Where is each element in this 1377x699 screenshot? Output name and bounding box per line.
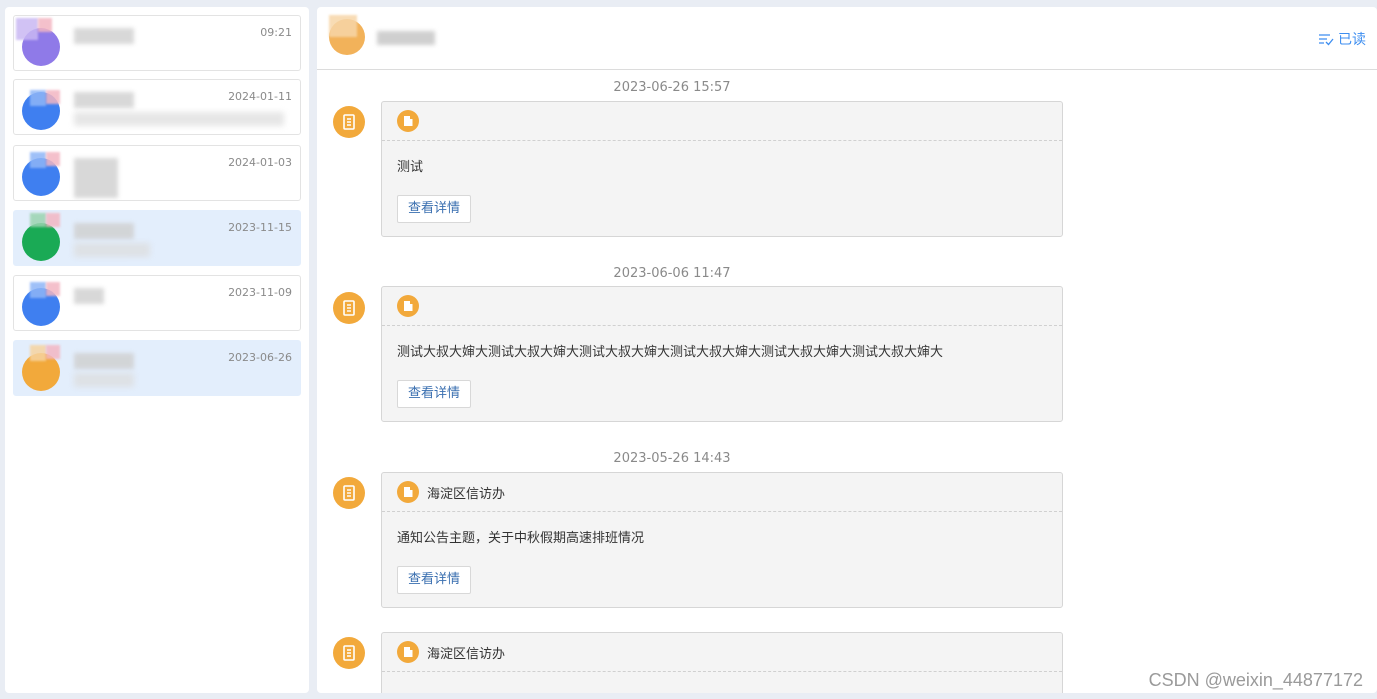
chat-title-redacted <box>377 31 435 45</box>
notice-text: 测试 <box>397 160 424 175</box>
pixelated-avatar-overlay <box>46 90 60 104</box>
chat-header: 已读 <box>317 7 1377 70</box>
conversation-name-redacted <box>74 288 104 304</box>
mark-read-icon <box>1319 34 1334 46</box>
notice-icon <box>397 481 419 503</box>
message-thread: 2023-06-26 15:57 测试 查看详情 2023-06-06 11:4… <box>317 71 1377 693</box>
pixelated-avatar-overlay <box>46 152 60 166</box>
pixelated-avatar-overlay <box>38 18 52 32</box>
notice-card-header: 海淀区信访办 <box>382 633 1062 672</box>
conversation-item[interactable]: 2023-06-26 <box>13 340 301 396</box>
conversation-item[interactable]: 2024-01-03 <box>13 145 301 201</box>
notice-icon <box>397 641 419 663</box>
message-timestamp: 2023-06-06 11:47 <box>613 266 731 281</box>
conversation-name-redacted <box>74 92 134 108</box>
conversation-item[interactable]: 2023-11-09 <box>13 275 301 331</box>
notice-card: 海淀区信访办 通知公告主题，关于中秋假期高速排班情况 查看详情 <box>381 472 1063 608</box>
pixelated-avatar-overlay <box>329 15 357 37</box>
notice-bot-avatar <box>333 477 365 509</box>
notice-card-header: 海淀区信访办 <box>382 473 1062 512</box>
notice-source: 海淀区信访办 <box>427 486 506 502</box>
conversation-time: 2023-11-15 <box>228 221 292 234</box>
conversation-time: 2024-01-03 <box>228 156 292 169</box>
conversation-preview-redacted <box>74 373 134 387</box>
notice-card-header <box>382 287 1062 326</box>
message-timestamp: 2023-05-26 14:43 <box>613 451 731 466</box>
notice-text: 测试大叔大婶大测试大叔大婶大测试大叔大婶大测试大叔大婶大测试大叔大婶大测试大叔大… <box>397 345 944 360</box>
conversation-time: 2023-06-26 <box>228 351 292 364</box>
notice-card: 海淀区信访办 <box>381 632 1063 693</box>
notice-card-header <box>382 102 1062 141</box>
document-icon <box>343 300 355 316</box>
view-details-button[interactable]: 查看详情 <box>397 566 472 594</box>
pixelated-avatar-overlay <box>46 345 60 359</box>
notice-bot-avatar <box>333 106 365 138</box>
pixelated-avatar-overlay <box>30 213 46 227</box>
notice-bot-avatar <box>333 637 365 669</box>
conversation-preview-redacted <box>74 243 150 257</box>
conversation-item[interactable]: 2023-11-15 <box>13 210 301 266</box>
pixelated-avatar-overlay <box>16 18 38 40</box>
notice-icon <box>397 110 419 132</box>
pixelated-avatar-overlay <box>30 90 46 106</box>
conversation-preview-redacted <box>74 112 284 126</box>
watermark: CSDN @weixin_44877172 <box>1148 670 1363 690</box>
conversation-time: 2024-01-11 <box>228 90 292 103</box>
notice-bot-avatar <box>333 292 365 324</box>
conversation-item[interactable]: 09:21 <box>13 15 301 71</box>
conversation-name-redacted <box>74 353 134 369</box>
view-details-button[interactable]: 查看详情 <box>397 195 472 223</box>
document-icon <box>343 485 355 501</box>
pixelated-avatar-overlay <box>30 345 46 361</box>
pixelated-avatar-overlay <box>30 152 46 168</box>
mark-read-label: 已读 <box>1338 32 1366 48</box>
conversation-time: 09:21 <box>260 26 292 39</box>
conversation-name-redacted <box>74 158 118 198</box>
pixelated-avatar-overlay <box>46 213 60 227</box>
mark-read-button[interactable]: 已读 <box>1318 29 1366 49</box>
conversation-name-redacted <box>74 28 134 44</box>
notice-card: 测试 查看详情 <box>381 101 1063 237</box>
notice-card: 测试大叔大婶大测试大叔大婶大测试大叔大婶大测试大叔大婶大测试大叔大婶大测试大叔大… <box>381 286 1063 422</box>
document-icon <box>343 645 355 661</box>
conversation-name-redacted <box>74 223 134 239</box>
avatar <box>22 223 60 261</box>
pixelated-avatar-overlay <box>46 282 60 296</box>
chat-panel: 已读 2023-06-26 15:57 测试 查看详情 2023-06-06 1… <box>317 7 1377 693</box>
message-timestamp: 2023-06-26 15:57 <box>613 80 731 95</box>
notice-text: 通知公告主题，关于中秋假期高速排班情况 <box>397 531 645 546</box>
conversation-list: 09:21 2024-01-11 2024-01-03 2023-11-15 2… <box>5 7 309 693</box>
view-details-button[interactable]: 查看详情 <box>397 380 472 408</box>
notice-icon <box>397 295 419 317</box>
notice-source: 海淀区信访办 <box>427 646 506 662</box>
conversation-item[interactable]: 2024-01-11 <box>13 79 301 135</box>
document-icon <box>343 114 355 130</box>
conversation-time: 2023-11-09 <box>228 286 292 299</box>
pixelated-avatar-overlay <box>30 282 46 298</box>
